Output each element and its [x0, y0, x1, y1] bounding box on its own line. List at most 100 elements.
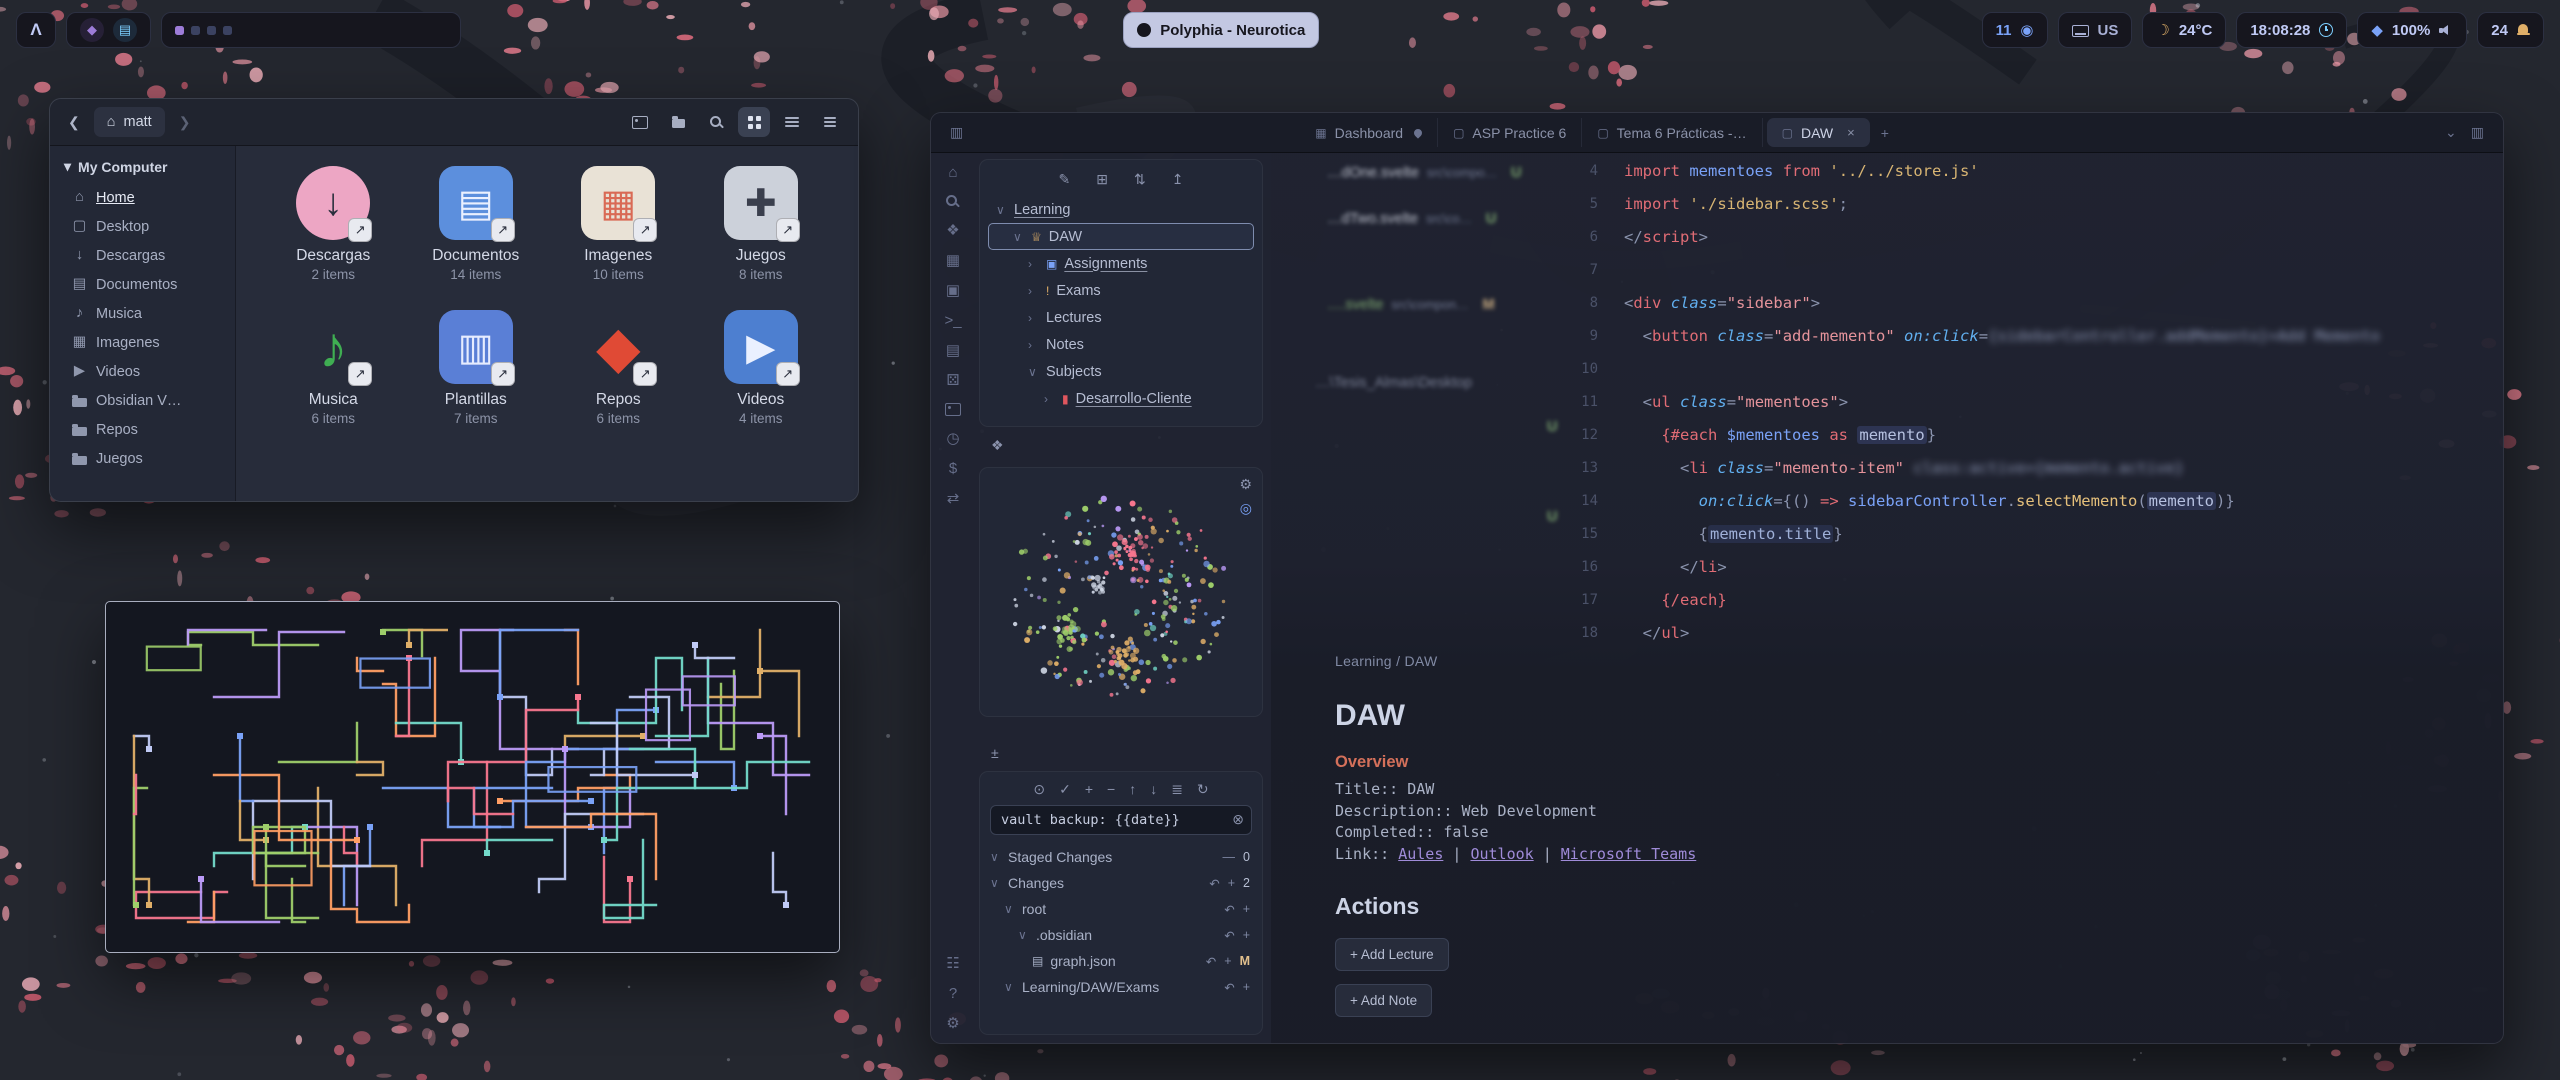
sidebar-item-home[interactable]: ⌂Home	[58, 183, 227, 212]
close-tab-icon[interactable]: ×	[1847, 125, 1855, 140]
sidebar-item-obsidian-v[interactable]: Obsidian V…	[58, 386, 227, 415]
editor-area[interactable]: …dOne.sveltesrc\compo…U…dTwo.sveltesrc\c…	[1271, 153, 2503, 1043]
module-clock[interactable]: 18:08:28	[2236, 12, 2347, 48]
ribbon-daily-note-icon[interactable]: ▣	[946, 283, 960, 298]
workspace-1[interactable]	[175, 26, 184, 35]
ribbon-home-icon[interactable]: ⌂	[948, 165, 957, 180]
music-widget[interactable]: Polyphia - Neurotica	[1123, 12, 1319, 48]
sidebar-item-videos[interactable]: ▶Videos	[58, 357, 227, 386]
change-list-icon[interactable]: ≣	[1171, 782, 1183, 796]
tab-list-dropdown-icon[interactable]: ⌄	[2438, 124, 2464, 141]
button-add-note[interactable]: + Add Note	[1335, 984, 1432, 1017]
folder-documentos[interactable]: ▤↗Documentos14 items	[405, 166, 548, 282]
search-button[interactable]	[700, 107, 732, 137]
git-item-graph-json[interactable]: ▤graph.json↶+M	[988, 948, 1254, 974]
module-weather[interactable]: ☽24°C	[2142, 12, 2226, 48]
module-keyboard-layout[interactable]: US	[2058, 12, 2133, 48]
ribbon-canvas-icon[interactable]: ▦	[946, 253, 960, 268]
sidebar-item-repos[interactable]: Repos	[58, 415, 227, 444]
explorer-item-exams[interactable]: ›!Exams	[988, 277, 1254, 304]
git-item-learning-daw-exams[interactable]: ∨Learning/DAW/Exams↶+	[988, 974, 1254, 1000]
link-aules[interactable]: Aules	[1398, 845, 1443, 863]
screenshot-tool-button[interactable]	[624, 107, 656, 137]
new-folder-button[interactable]	[662, 107, 694, 137]
ribbon-settings-icon[interactable]: ⚙	[946, 1016, 959, 1031]
ribbon-shuffle-icon[interactable]: ⇄	[947, 491, 960, 506]
sidebar-item-descargas[interactable]: ↓Descargas	[58, 241, 227, 270]
generative-art-window[interactable]	[105, 601, 840, 953]
pull-icon[interactable]: ↓	[1150, 782, 1157, 796]
sidebar-item-juegos[interactable]: Juegos	[58, 444, 227, 473]
clear-message-icon[interactable]: ⊗	[1232, 811, 1244, 828]
file-manager-window[interactable]: ❮ ⌂ matt ❯ ▾ My Computer ⌂Home▢Desktop↓D…	[49, 98, 859, 502]
new-tab-button[interactable]: +	[1874, 125, 1896, 141]
stage-all-icon[interactable]: +	[1085, 782, 1093, 796]
link-microsoft-teams[interactable]: Microsoft Teams	[1561, 845, 1696, 863]
folder-videos[interactable]: ▶↗Videos4 items	[690, 310, 833, 426]
tab-dashboard[interactable]: ▦Dashboard	[1300, 118, 1438, 147]
forward-button[interactable]: ❯	[173, 110, 197, 135]
ribbon-reading-view-icon[interactable]: ▤	[946, 343, 960, 358]
git-item-root[interactable]: ∨root↶+	[988, 896, 1254, 922]
ribbon-camera-icon[interactable]	[945, 403, 961, 416]
explorer-item-notes[interactable]: ›Notes	[988, 331, 1254, 358]
explorer-item-learning[interactable]: ∨Learning	[988, 196, 1254, 223]
back-button[interactable]: ❮	[62, 110, 86, 135]
app-obsidian-icon[interactable]: ◆	[80, 18, 104, 42]
left-sidebar-toggle-icon[interactable]: ▥	[943, 124, 970, 141]
module-updates[interactable]: 11◉	[1982, 12, 2048, 48]
ribbon-search-icon[interactable]	[946, 195, 959, 208]
explorer-item-daw[interactable]: ∨♕DAW	[988, 223, 1254, 250]
tab-asp-practice-6[interactable]: ▢ASP Practice 6	[1438, 118, 1582, 147]
sort-order-icon[interactable]: ⇅	[1134, 172, 1146, 186]
explorer-item-desarrollo-cliente[interactable]: ›▮Desarrollo-Cliente	[988, 385, 1254, 412]
module-volume[interactable]: ◆100%	[2357, 12, 2467, 48]
git-item-staged-changes[interactable]: ∨Staged Changes—0	[988, 844, 1254, 870]
commit-message-input[interactable]	[990, 805, 1252, 835]
graph-canvas[interactable]	[980, 468, 1258, 716]
unstage-all-icon[interactable]: −	[1107, 782, 1115, 796]
ribbon-random-note-icon[interactable]: ⚄	[946, 373, 959, 388]
folder-imagenes[interactable]: ▦↗Imagenes10 items	[547, 166, 690, 282]
grid-view-button[interactable]	[738, 107, 770, 137]
explorer-item-assignments[interactable]: ›▣Assignments	[988, 250, 1254, 277]
list-view-button[interactable]	[776, 107, 808, 137]
graph-focus-icon[interactable]: ◎	[1240, 500, 1252, 517]
workspace-4[interactable]	[223, 26, 232, 35]
folder-descargas[interactable]: ↓↗Descargas2 items	[262, 166, 405, 282]
launcher-button[interactable]: Λ	[16, 12, 56, 48]
ribbon-recents-icon[interactable]: ◷	[946, 431, 959, 446]
sidebar-item-musica[interactable]: ♪Musica	[58, 299, 227, 328]
backup-icon[interactable]: ⊙	[1033, 782, 1045, 796]
breadcrumb[interactable]: ⌂ matt	[94, 107, 165, 137]
link-outlook[interactable]: Outlook	[1470, 845, 1533, 863]
graph-pane-icon[interactable]: ❖	[991, 437, 1004, 454]
sidebar-item-documentos[interactable]: ▤Documentos	[58, 270, 227, 299]
new-folder-icon[interactable]: ⊞	[1096, 172, 1108, 186]
git-item-obsidian[interactable]: ∨.obsidian↶+	[988, 922, 1254, 948]
folder-musica[interactable]: ♪↗Musica6 items	[262, 310, 405, 426]
folder-juegos[interactable]: ✚↗Juegos8 items	[690, 166, 833, 282]
graph-settings-icon[interactable]: ⚙	[1239, 476, 1252, 493]
app-notes-icon[interactable]: ▤	[113, 18, 137, 42]
new-note-icon[interactable]: ✎	[1059, 172, 1071, 186]
push-icon[interactable]: ↑	[1129, 782, 1136, 796]
ribbon-help-icon[interactable]: ?	[949, 986, 957, 1001]
explorer-item-subjects[interactable]: ∨Subjects	[988, 358, 1254, 385]
git-item-changes[interactable]: ∨Changes↶+2	[988, 870, 1254, 896]
sidebar-section-header[interactable]: ▾ My Computer	[58, 156, 227, 183]
git-pane-icon[interactable]: ±	[991, 745, 999, 761]
ribbon-terminal-icon[interactable]: >_	[944, 313, 961, 328]
commit-icon[interactable]: ✓	[1059, 782, 1071, 796]
right-sidebar-toggle-icon[interactable]: ▥	[2464, 124, 2491, 141]
obsidian-window[interactable]: ▥ ▦Dashboard▢ASP Practice 6▢Tema 6 Práct…	[930, 112, 2504, 1044]
folder-repos[interactable]: ◆↗Repos6 items	[547, 310, 690, 426]
collapse-all-icon[interactable]: ↥	[1172, 172, 1184, 186]
ribbon-graph-view-icon[interactable]: ❖	[946, 223, 959, 238]
workspace-2[interactable]	[191, 26, 200, 35]
explorer-item-lectures[interactable]: ›Lectures	[988, 304, 1254, 331]
tab-daw[interactable]: ▢DAW×	[1767, 118, 1870, 147]
workspaces-bar[interactable]	[161, 12, 461, 48]
sidebar-item-desktop[interactable]: ▢Desktop	[58, 212, 227, 241]
workspace-3[interactable]	[207, 26, 216, 35]
